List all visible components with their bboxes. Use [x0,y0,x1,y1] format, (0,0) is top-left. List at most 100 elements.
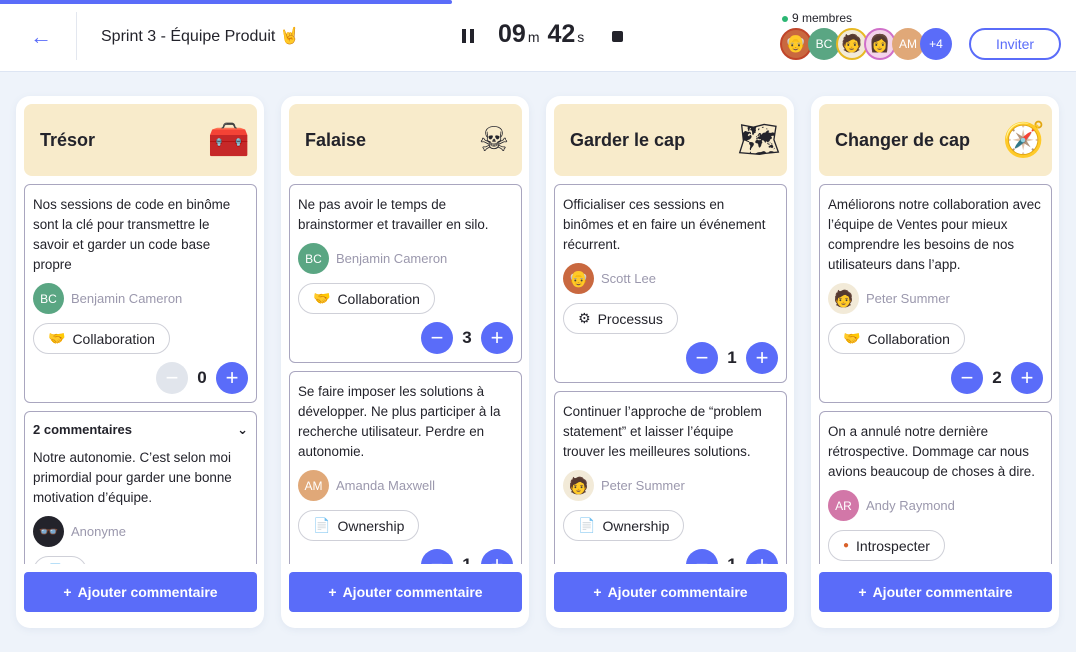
minutes-unit: m [527,29,540,45]
comments-header[interactable]: 2 commentaires ⌄ [33,422,248,438]
card-list[interactable]: Ne pas avoir le temps de brainstormer et… [289,184,522,564]
column-title: Changer de cap [835,130,971,150]
column-header: Trésor 🧰 [24,104,257,176]
tag-icon: 🤝 [843,330,861,346]
plus-icon: + [593,584,602,600]
vote-count: 3 [462,328,472,347]
card-list[interactable]: Nos sessions de code en binôme sont la c… [24,184,257,564]
add-comment-label: Ajouter commentaire [77,584,218,600]
category-tag[interactable]: 🤝 Collaboration [298,283,435,314]
author-name: Peter Summer [601,478,685,493]
vote-stepper: −2 + [828,362,1043,394]
card-author: 👴 Scott Lee [563,263,778,294]
vote-minus-button[interactable]: − [156,362,188,394]
card-author: AR Andy Raymond [828,490,1043,521]
top-bar: ← Sprint 3 - Équipe Produit 🤘 09 m 42 s 9 … [0,0,1076,72]
tag-label: Introspecter [856,537,930,554]
vote-plus-button[interactable]: + [481,322,513,354]
author-name: Anonyme [71,524,126,539]
tag-icon: 📄 [578,517,596,533]
plus-icon: + [858,584,867,600]
author-name: Benjamin Cameron [71,291,183,306]
column-header: Garder le cap 🗺 [554,104,787,176]
retro-card[interactable]: Ne pas avoir le temps de brainstormer et… [289,184,522,363]
add-comment-label: Ajouter commentaire [342,584,483,600]
add-comment-button[interactable]: + Ajouter commentaire [554,572,787,612]
vote-plus-button[interactable]: + [746,549,778,564]
online-dot-icon [782,15,788,22]
members-count: 9 membres [782,11,852,25]
vote-plus-button[interactable]: + [481,549,513,564]
back-arrow-icon[interactable]: ← [30,24,52,50]
timer-minutes: 09 [498,20,526,48]
card-text: Officialiser ces sessions en binômes et … [563,197,766,252]
card-text: On a annulé notre dernière rétrospective… [828,424,1035,479]
retro-card[interactable]: Officialiser ces sessions en binômes et … [554,184,787,383]
category-tag[interactable]: 📄 [33,556,88,564]
vote-count: 1 [461,555,473,564]
vote-minus-button[interactable]: − [421,322,453,354]
avatar: 🧑 [563,470,594,501]
retro-card[interactable]: 2 commentaires ⌄ Notre autonomie. C’est se… [24,411,257,564]
vote-plus-button[interactable]: + [1011,362,1043,394]
seconds-unit: s [577,29,585,45]
vote-count: 0 [197,368,207,387]
vote-stepper: −1 + [563,549,778,564]
stop-icon[interactable] [612,31,624,42]
pause-icon[interactable] [462,29,474,43]
column-title: Trésor [40,130,96,150]
timer-seconds: 42 [547,20,576,48]
member-avatar[interactable]: +4 [920,28,952,60]
tag-icon: 🤝 [313,290,331,306]
chevron-down-icon[interactable]: ⌄ [237,422,248,438]
vote-minus-button[interactable]: − [951,362,983,394]
vote-minus-button[interactable]: − [421,549,453,564]
card-author: BC Benjamin Cameron [33,283,248,314]
card-list[interactable]: Officialiser ces sessions en binômes et … [554,184,787,564]
card-author: AM Amanda Maxwell [298,470,513,501]
tag-label: Collaboration [337,290,420,307]
add-comment-button[interactable]: + Ajouter commentaire [24,572,257,612]
tag-label: Collaboration [72,330,155,347]
tag-label: Ownership [602,517,670,534]
vote-minus-button[interactable]: − [686,549,718,564]
author-name: Andy Raymond [866,498,955,513]
add-comment-button[interactable]: + Ajouter commentaire [819,572,1052,612]
member-avatars[interactable]: 👴 BC 🧑 👩 AM +4 [780,28,952,60]
category-tag[interactable]: 🤝 Collaboration [828,323,965,354]
retro-card[interactable]: Améliorons notre collaboration avec l’éq… [819,184,1052,403]
retro-card[interactable]: Continuer l’approche de “problem stateme… [554,391,787,564]
avatar: 👓 [33,516,64,547]
avatar: 👴 [563,263,594,294]
add-comment-button[interactable]: + Ajouter commentaire [289,572,522,612]
vote-minus-button[interactable]: − [686,342,718,374]
card-author: 🧑 Peter Summer [828,283,1043,314]
category-tag[interactable]: ● Introspecter [828,530,945,561]
vote-plus-button[interactable]: + [746,342,778,374]
column-map: Garder le cap 🗺 Officialiser ces session… [546,96,794,628]
vote-stepper: −0 + [33,362,248,394]
category-tag[interactable]: 🤝 Collaboration [33,323,170,354]
plus-icon: + [63,584,72,600]
retro-card[interactable]: Se faire imposer les solutions à dévelop… [289,371,522,564]
timer: 09 m 42 s [462,20,624,49]
tag-icon: ● [843,540,850,551]
retro-card[interactable]: On a annulé notre dernière rétrospective… [819,411,1052,564]
vote-count: 1 [726,555,738,564]
category-tag[interactable]: 📄 Ownership [298,510,420,541]
invite-button[interactable]: Inviter [969,28,1061,60]
tag-icon: 📄 [48,563,65,564]
category-tag[interactable]: 📄 Ownership [563,510,685,541]
avatar: BC [298,243,329,274]
author-name: Peter Summer [866,291,950,306]
vote-plus-button[interactable]: + [216,362,248,394]
card-text: Nos sessions de code en binôme sont la c… [33,197,231,272]
vote-count: 2 [992,368,1002,387]
tag-icon: ⚙ [578,310,591,326]
category-tag[interactable]: ⚙ Processus [563,303,678,334]
retro-card[interactable]: Nos sessions de code en binôme sont la c… [24,184,257,403]
tag-icon: 🤝 [48,330,66,346]
tag-icon: 📄 [313,517,331,533]
card-list[interactable]: Améliorons notre collaboration avec l’éq… [819,184,1052,564]
members-label: 9 membres [792,11,853,25]
